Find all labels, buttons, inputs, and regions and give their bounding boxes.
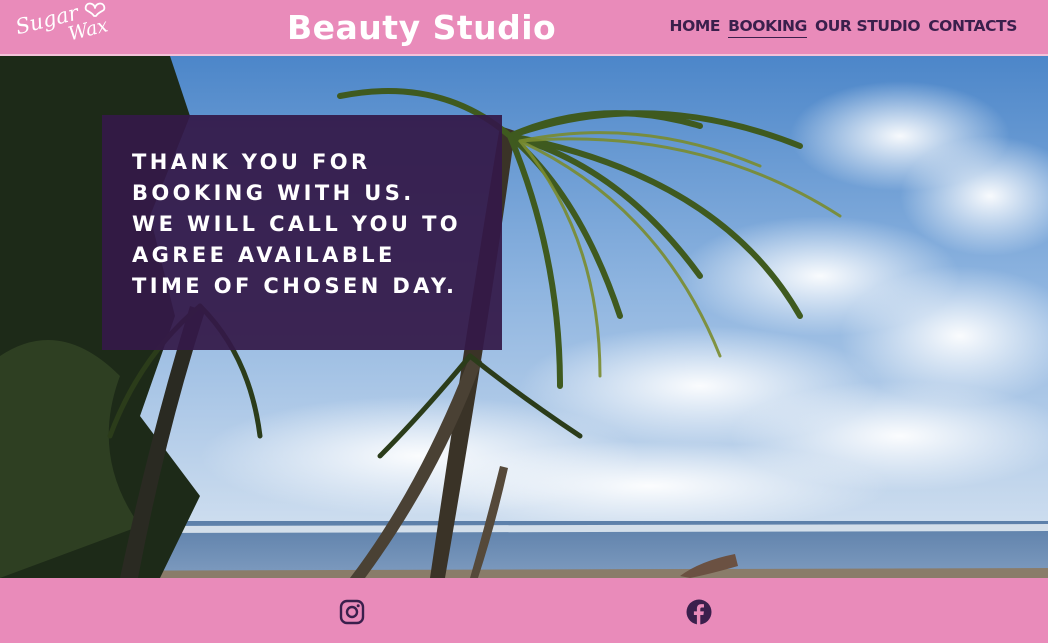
message-line: time of chosen day.	[132, 274, 458, 298]
message-line: booking with us.	[132, 181, 415, 205]
message-line: We will call you to	[132, 212, 462, 236]
main-nav: HOME BOOKING OUR STUDIO CONTACTS	[670, 17, 1017, 38]
nav-booking-link[interactable]: BOOKING	[728, 17, 807, 38]
sugar-wax-logo[interactable]: Sugar Wax	[10, 0, 118, 54]
message-line: agree available	[132, 243, 396, 267]
facebook-icon[interactable]	[686, 599, 712, 625]
instagram-icon[interactable]	[339, 599, 365, 625]
site-title: Beauty Studio	[287, 8, 557, 47]
nav-home-link[interactable]: HOME	[670, 17, 721, 38]
booking-confirmation-message: Thank you for booking with us. We will c…	[132, 147, 492, 302]
message-line: Thank you for	[132, 150, 371, 174]
site-header: Sugar Wax Beauty Studio HOME BOOKING OUR…	[0, 0, 1048, 56]
hero-background-image: Thank you for booking with us. We will c…	[0, 56, 1048, 578]
nav-contacts-link[interactable]: CONTACTS	[928, 17, 1017, 38]
booking-confirmation-panel: Thank you for booking with us. We will c…	[102, 115, 502, 350]
site-footer	[0, 578, 1048, 643]
nav-our-studio-link[interactable]: OUR STUDIO	[815, 17, 921, 38]
